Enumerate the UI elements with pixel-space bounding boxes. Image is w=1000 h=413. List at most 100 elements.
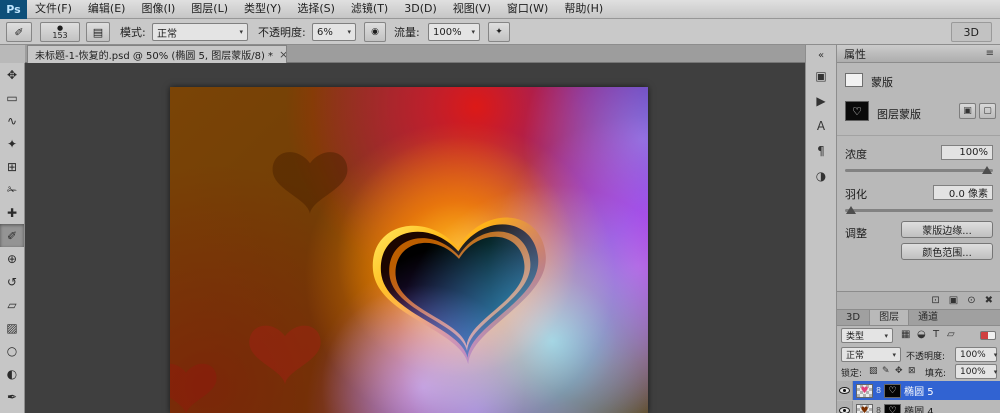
layer-thumbnail[interactable]: ♥ bbox=[856, 384, 873, 398]
clone-stamp-tool[interactable]: ⊕ bbox=[0, 247, 24, 270]
menu-type[interactable]: 类型(Y) bbox=[236, 0, 289, 18]
photoshop-logo[interactable]: Ps bbox=[0, 0, 27, 19]
add-vector-mask-button[interactable]: ▢ bbox=[979, 103, 996, 119]
lock-position-icon[interactable]: ✥ bbox=[895, 366, 903, 376]
heart-mask-icon: ♡ bbox=[889, 406, 897, 413]
filter-type-layers-icon[interactable]: T bbox=[933, 329, 939, 340]
eye-icon[interactable] bbox=[839, 407, 850, 413]
menu-layer[interactable]: 图层(L) bbox=[183, 0, 236, 18]
healing-brush-tool[interactable]: ✚ bbox=[0, 201, 24, 224]
properties-panel-header[interactable]: 属性 ≡ bbox=[837, 45, 1000, 63]
quick-selection-tool[interactable]: ✦ bbox=[0, 132, 24, 155]
layer-visibility-cell[interactable] bbox=[837, 401, 853, 413]
airbrush-icon: ✦ bbox=[495, 27, 503, 37]
mask-edge-button[interactable]: 蒙版边缘... bbox=[901, 221, 993, 238]
panel-menu-icon[interactable]: ≡ bbox=[986, 48, 994, 59]
layer-visibility-cell[interactable] bbox=[837, 381, 853, 400]
menu-help[interactable]: 帮助(H) bbox=[556, 0, 611, 18]
delete-mask-icon[interactable]: ✖ bbox=[985, 295, 993, 306]
layer-row-ellipse-5[interactable]: ♥ 8 ♡ 椭圆 5 bbox=[837, 381, 1000, 400]
actions-panel-icon[interactable]: ▶ bbox=[809, 90, 833, 112]
history-brush-tool[interactable]: ↺ bbox=[0, 270, 24, 293]
layer-mask-thumbnail[interactable]: ♡ bbox=[884, 384, 901, 398]
menu-edit[interactable]: 编辑(E) bbox=[80, 0, 134, 18]
feather-value-field[interactable]: 0.0 像素 bbox=[933, 185, 993, 200]
collapse-panels-icon[interactable]: « bbox=[809, 48, 833, 62]
menu-select[interactable]: 选择(S) bbox=[289, 0, 343, 18]
dodge-tool[interactable]: ◐ bbox=[0, 362, 24, 385]
workspace-switcher[interactable]: 3D bbox=[951, 22, 992, 42]
blur-tool[interactable]: ○ bbox=[0, 339, 24, 362]
airbrush-button[interactable]: ✦ bbox=[488, 22, 510, 42]
eyedropper-tool[interactable]: ✁ bbox=[0, 178, 24, 201]
brush-tool[interactable]: ✐ bbox=[0, 224, 24, 247]
lock-all-icon[interactable]: ⊠ bbox=[908, 366, 916, 376]
layer-filter-value: 类型 bbox=[846, 329, 864, 342]
eraser-tool[interactable]: ▱ bbox=[0, 293, 24, 316]
flow-select[interactable]: 100% ▾ bbox=[428, 23, 480, 41]
pen-tool[interactable]: ✒ bbox=[0, 385, 24, 408]
filter-adjustment-layers-icon[interactable]: ◒ bbox=[917, 329, 926, 340]
tab-layers[interactable]: 图层 bbox=[869, 310, 909, 325]
blend-mode-select[interactable]: 正常 ▾ bbox=[152, 23, 248, 41]
brush-preset-picker[interactable]: ● 153 bbox=[40, 22, 80, 42]
menu-filter[interactable]: 滤镜(T) bbox=[343, 0, 396, 18]
document-image[interactable] bbox=[170, 87, 648, 413]
apply-mask-icon[interactable]: ▣ bbox=[949, 295, 958, 306]
layer-thumbnail[interactable]: ♥ bbox=[856, 404, 873, 413]
tool-preset-picker[interactable]: ✐ bbox=[6, 22, 32, 42]
density-slider[interactable] bbox=[845, 169, 993, 172]
paragraph-panel-icon[interactable]: ¶ bbox=[809, 140, 833, 162]
mask-link-icon[interactable]: 8 bbox=[876, 386, 881, 395]
filter-shape-layers-icon[interactable]: ▱ bbox=[947, 329, 955, 340]
tab-3d[interactable]: 3D bbox=[837, 310, 869, 325]
character-panel-icon[interactable]: A bbox=[809, 115, 833, 137]
mask-thumbnail[interactable]: ♡ bbox=[845, 101, 869, 121]
menu-3d[interactable]: 3D(D) bbox=[396, 0, 445, 18]
lock-transparency-icon[interactable]: ▨ bbox=[869, 366, 878, 376]
color-range-button[interactable]: 颜色范围... bbox=[901, 243, 993, 260]
filter-pixel-layers-icon[interactable]: ▦ bbox=[901, 329, 910, 340]
pressure-opacity-button[interactable]: ◉ bbox=[364, 22, 386, 42]
layer-fill-select[interactable]: 100% ▾ bbox=[955, 364, 997, 379]
feather-slider[interactable] bbox=[845, 209, 993, 212]
mask-visibility-icon[interactable]: ⊙ bbox=[967, 295, 975, 306]
move-tool[interactable]: ✥ bbox=[0, 63, 24, 86]
toggle-brush-panel-button[interactable]: ▤ bbox=[86, 22, 110, 42]
layer-blend-mode-select[interactable]: 正常 ▾ bbox=[841, 347, 901, 362]
document-tab[interactable]: 未标题-1-恢复的.psd @ 50% (椭圆 5, 图层蒙版/8) * × bbox=[27, 45, 287, 63]
layer-opacity-select[interactable]: 100% ▾ bbox=[955, 347, 997, 362]
layer-name[interactable]: 椭圆 4 bbox=[904, 403, 934, 413]
canvas-area[interactable] bbox=[25, 63, 805, 413]
marquee-tool[interactable]: ▭ bbox=[0, 86, 24, 109]
crop-tool[interactable]: ⊞ bbox=[0, 155, 24, 178]
layer-filter-toggle[interactable] bbox=[980, 331, 996, 340]
eye-icon[interactable] bbox=[839, 387, 850, 394]
density-slider-knob[interactable] bbox=[982, 166, 992, 174]
layer-mask-thumbnail[interactable]: ♡ bbox=[884, 404, 901, 413]
mask-link-icon[interactable]: 8 bbox=[876, 406, 881, 413]
menu-file[interactable]: 文件(F) bbox=[27, 0, 80, 18]
gradient-tool[interactable]: ▨ bbox=[0, 316, 24, 339]
lock-pixels-icon[interactable]: ✎ bbox=[882, 366, 890, 376]
density-value-field[interactable]: 100% bbox=[941, 145, 993, 160]
opacity-value: 6% bbox=[317, 27, 333, 38]
blur-tool-icon: ○ bbox=[7, 344, 17, 358]
menu-view[interactable]: 视图(V) bbox=[445, 0, 499, 18]
layer-filter-select[interactable]: 类型 ▾ bbox=[841, 328, 893, 343]
layer-row-ellipse-4[interactable]: ♥ 8 ♡ 椭圆 4 bbox=[837, 401, 1000, 413]
load-mask-selection-icon[interactable]: ⊡ bbox=[931, 295, 939, 306]
layer-name[interactable]: 椭圆 5 bbox=[904, 383, 934, 398]
select-pixel-mask-button[interactable]: ▣ bbox=[959, 103, 976, 119]
close-icon[interactable]: × bbox=[279, 50, 287, 60]
menu-image[interactable]: 图像(I) bbox=[133, 0, 183, 18]
styles-panel-icon[interactable]: ◑ bbox=[809, 165, 833, 187]
lasso-tool[interactable]: ∿ bbox=[0, 109, 24, 132]
feather-slider-knob[interactable] bbox=[846, 206, 856, 214]
healing-brush-tool-icon: ✚ bbox=[7, 206, 17, 220]
opacity-select[interactable]: 6% ▾ bbox=[312, 23, 356, 41]
tab-channels[interactable]: 通道 bbox=[909, 310, 947, 325]
heart-mask-icon: ♡ bbox=[889, 386, 897, 396]
clone-source-panel-icon[interactable]: ▣ bbox=[809, 65, 833, 87]
menu-window[interactable]: 窗口(W) bbox=[499, 0, 556, 18]
